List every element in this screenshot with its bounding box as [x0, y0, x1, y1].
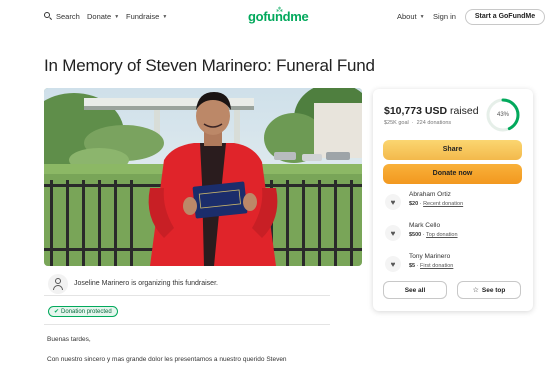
shield-check-icon: ✔ — [54, 309, 60, 315]
organizer-avatar-icon — [48, 273, 68, 294]
story-greeting: Buenas tardes, — [47, 336, 91, 343]
donation-amount: $500 — [409, 232, 422, 238]
start-gofundme-button[interactable]: Start a GoFundMe — [465, 9, 545, 25]
see-all-label: See all — [404, 286, 426, 294]
donation-hand-icon: ♥ — [385, 256, 401, 272]
donor-name: Abraham Ortiz — [409, 191, 451, 198]
donor-name: Tony Marinero — [409, 253, 451, 260]
donation-hand-icon: ♥ — [385, 225, 401, 241]
chevron-down-icon: ▼ — [162, 13, 168, 20]
see-top-label: See top — [481, 286, 506, 294]
donate-menu[interactable]: Donate ▼ — [87, 12, 119, 21]
search-link[interactable]: Search — [44, 12, 80, 21]
page-title: In Memory of Steven Marinero: Funeral Fu… — [44, 56, 375, 75]
progress-percent: 43% — [496, 112, 509, 118]
badge-label: Donation protected — [61, 308, 112, 315]
donation-card: $10,773 USD raised $25K goal · 224 donatio… — [373, 89, 533, 311]
raised-value: $10,773 USD — [384, 105, 448, 117]
donation-details: $500 · Top donation — [409, 232, 458, 238]
search-label: Search — [56, 12, 80, 21]
sign-in-link[interactable]: Sign in — [433, 12, 456, 21]
donate-now-button[interactable]: Donate now — [383, 164, 522, 184]
chevron-down-icon: ▼ — [114, 13, 120, 20]
about-menu-label: About — [397, 12, 417, 21]
donation-details: $20 · Recent donation — [409, 201, 464, 207]
donation-amount: $5 — [409, 263, 416, 269]
donation-tag[interactable]: Recent donation — [423, 201, 463, 207]
donation-item: ♥ Tony Marinero $5 · First donation — [383, 253, 523, 281]
fundraise-menu-label: Fundraise — [126, 12, 160, 21]
progress-ring: 43% — [485, 97, 521, 133]
share-button[interactable]: Share — [383, 140, 522, 160]
donation-tag[interactable]: First donation — [420, 263, 453, 269]
divider — [44, 324, 330, 325]
organizer-text: Joseline Marinero is organizing this fun… — [74, 280, 218, 287]
donation-hand-icon: ♥ — [385, 194, 401, 210]
donation-tag[interactable]: Top donation — [426, 232, 458, 238]
donation-count: 224 donations — [416, 120, 452, 126]
see-all-button[interactable]: See all — [383, 281, 447, 299]
donation-item: ♥ Mark Cello $500 · Top donation — [383, 222, 523, 250]
donation-details: $5 · First donation — [409, 263, 454, 269]
donate-menu-label: Donate — [87, 12, 112, 21]
star-icon: ☆ — [472, 287, 479, 294]
donation-protected-badge[interactable]: ✔ Donation protected — [48, 306, 118, 317]
raised-label: raised — [449, 105, 479, 117]
sign-in-label: Sign in — [433, 12, 456, 21]
donor-name: Mark Cello — [409, 222, 441, 229]
logo-sun-icon: ⁂ — [276, 7, 283, 14]
search-icon — [44, 12, 53, 21]
goal-text: $25K goal — [384, 120, 409, 126]
story-paragraph: Con nuestro sincero y mas grande dolor l… — [47, 356, 287, 363]
donation-amount: $20 — [409, 201, 419, 207]
organizer-row: Joseline Marinero is organizing this fun… — [44, 272, 330, 296]
hero-image — [44, 88, 362, 266]
chevron-down-icon: ▼ — [419, 13, 425, 20]
donation-item: ♥ Abraham Ortiz $20 · Recent donation — [383, 191, 523, 219]
fundraise-menu[interactable]: Fundraise ▼ — [126, 12, 167, 21]
see-top-button[interactable]: ☆ See top — [457, 281, 521, 299]
amount-raised: $10,773 USD raised — [384, 105, 479, 117]
top-nav: Search Donate ▼ Fundraise ▼ gofundme ⁂ A… — [0, 0, 550, 36]
goal-meta: $25K goal · 224 donations — [384, 120, 452, 126]
about-menu[interactable]: About ▼ — [397, 12, 425, 21]
